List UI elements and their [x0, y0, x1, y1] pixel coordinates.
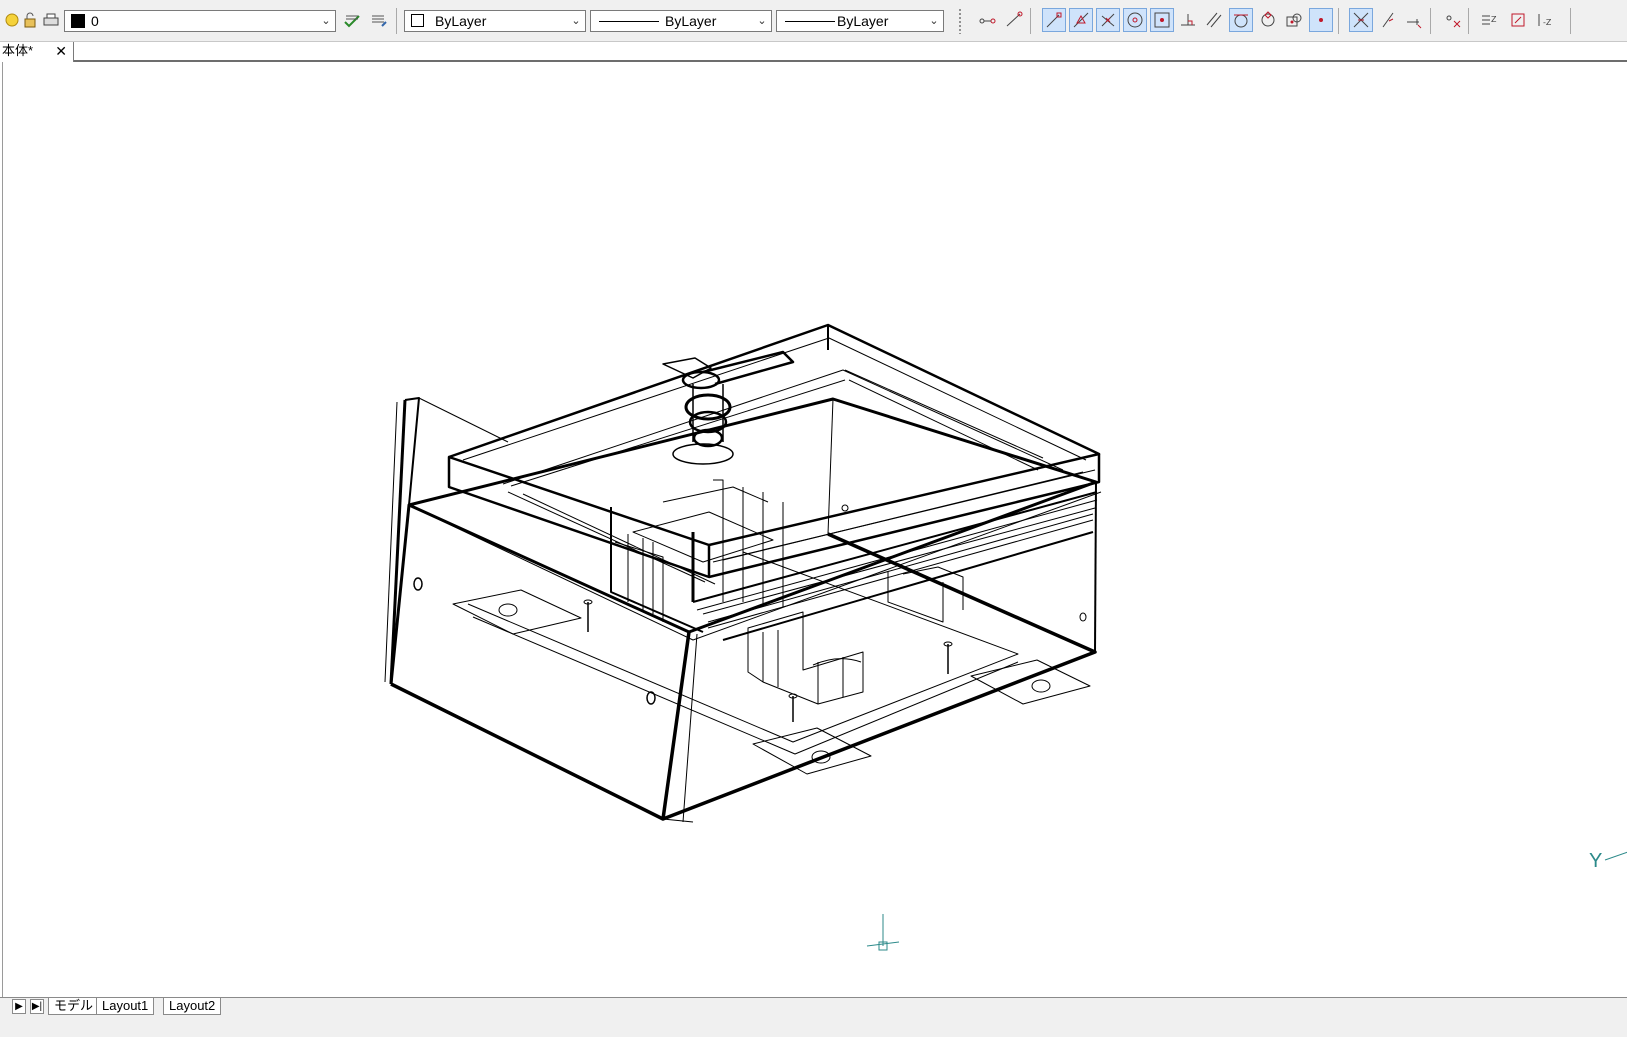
snap-insertion-icon[interactable]	[1282, 8, 1306, 32]
close-icon[interactable]: ✕	[55, 42, 67, 60]
toolbar-separator	[1570, 8, 1571, 34]
snap-midpoint-icon[interactable]	[1069, 8, 1093, 32]
toolbar-grip[interactable]	[958, 8, 962, 34]
snap-nearest-icon[interactable]	[1309, 8, 1333, 32]
snap-settings-icon[interactable]	[1506, 8, 1530, 32]
snap-none-icon[interactable]	[1402, 8, 1426, 32]
color-dropdown[interactable]: ByLayer ⌄	[404, 10, 586, 32]
snap-tangent-icon[interactable]	[1229, 8, 1253, 32]
ucs-y-axis-label: Y	[1589, 850, 1603, 872]
layer-previous-icon[interactable]	[366, 8, 390, 32]
document-tab-bar: 本体* ✕	[0, 42, 1627, 62]
lineweight-dropdown-value: ByLayer	[837, 13, 889, 29]
wireframe-model	[384, 323, 1627, 951]
chevron-down-icon: ⌄	[929, 15, 939, 27]
document-tab[interactable]: 本体* ✕	[0, 42, 74, 62]
command-line-area[interactable]	[0, 1015, 1627, 1037]
toolbar-separator	[396, 8, 397, 34]
color-dropdown-value: ByLayer	[435, 13, 487, 29]
chevron-down-icon: ⌄	[321, 15, 331, 27]
linetype-dropdown[interactable]: ByLayer ⌄	[590, 10, 772, 32]
layer-color-swatch	[71, 14, 85, 28]
make-current-layer-icon[interactable]	[340, 8, 364, 32]
linetype-sample	[599, 21, 659, 22]
tab-layout1[interactable]: Layout1	[96, 998, 155, 1015]
snap-endpoint-icon[interactable]	[1042, 8, 1066, 32]
snap-center-icon[interactable]	[1123, 8, 1147, 32]
layer-dropdown[interactable]: 0 ⌄	[64, 10, 336, 32]
lineweight-dropdown[interactable]: ByLayer ⌄	[776, 10, 944, 32]
toolbar-separator	[1430, 8, 1431, 34]
layout-tab-bar: ▶ ▶| モデル Layout1 Layout2	[0, 997, 1627, 1015]
ucs-icon	[866, 851, 1627, 951]
chevron-down-icon: ⌄	[571, 15, 581, 27]
snap-extension-icon[interactable]	[1376, 8, 1400, 32]
snap-apparent-intersection-icon[interactable]	[1349, 8, 1373, 32]
property-toolbar: 0 ⌄ ByLayer ⌄ ByLayer ⌄ ByLayer ⌄ Z -Z	[0, 0, 1627, 42]
lineweight-sample	[785, 21, 835, 22]
layout-last-button[interactable]: ▶|	[30, 999, 44, 1014]
toolbar-separator	[1338, 8, 1339, 34]
z-coordinate-icon[interactable]: -Z	[1533, 8, 1557, 32]
color-swatch	[411, 14, 424, 27]
snap-perpendicular-icon[interactable]	[1176, 8, 1200, 32]
svg-text:Z: Z	[1491, 15, 1497, 24]
svg-text:-Z: -Z	[1543, 18, 1552, 27]
snap-clear-icon[interactable]	[1441, 8, 1465, 32]
z-filter-icon[interactable]: Z	[1477, 8, 1501, 32]
layer-lock-icon[interactable]	[22, 12, 38, 31]
linetype-dropdown-value: ByLayer	[665, 13, 717, 29]
temporary-track-point-icon[interactable]	[976, 8, 1000, 32]
snap-intersection-icon[interactable]	[1096, 8, 1120, 32]
layer-on-icon[interactable]	[4, 12, 20, 31]
tab-layout2[interactable]: Layout2	[163, 998, 222, 1015]
toolbar-separator	[1030, 8, 1031, 34]
drawing-canvas[interactable]: Y	[2, 62, 1627, 997]
chevron-down-icon: ⌄	[757, 15, 767, 27]
layer-plot-icon[interactable]	[42, 12, 60, 31]
snap-node-icon[interactable]	[1150, 8, 1174, 32]
tab-model[interactable]: モデル	[48, 998, 100, 1015]
layer-dropdown-value: 0	[91, 13, 99, 29]
snap-from-icon[interactable]	[1002, 8, 1026, 32]
layout-next-button[interactable]: ▶	[12, 999, 26, 1014]
toolbar-separator	[1468, 8, 1469, 34]
snap-quadrant-icon[interactable]	[1256, 8, 1280, 32]
document-tab-title: 本体*	[2, 43, 34, 58]
snap-parallel-icon[interactable]	[1202, 8, 1226, 32]
